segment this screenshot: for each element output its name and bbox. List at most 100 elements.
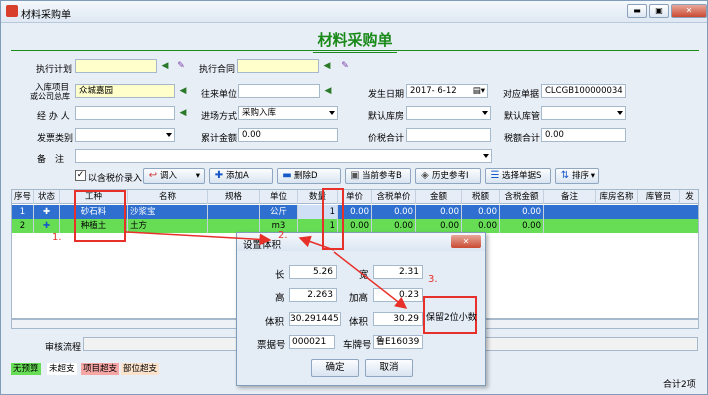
cell-taxamount: 0.00 [500,205,544,219]
handler-input[interactable] [75,106,175,120]
amount-label: 累计金额 [201,134,238,144]
cell-tax: 0.00 [462,205,500,219]
minimize-button[interactable]: ▬ [627,4,647,18]
plan-label: 执行计划 [36,65,73,75]
extra-height-input[interactable]: 0.23 [373,288,423,302]
height-label: 高 [275,293,285,304]
brush-icon[interactable]: ✎ [339,60,351,72]
chevron-down-icon: ▾ [195,171,200,181]
col-header[interactable]: 单位 [260,190,298,204]
extra-height-label: 加高 [349,293,369,304]
keeper-label: 默认库管 [504,112,541,122]
amount-input: 0.00 [238,128,338,142]
width-label: 宽 [359,270,369,281]
keeper-select[interactable] [541,106,626,120]
annotation-3: 3. [428,274,438,285]
flag-icon[interactable]: ◀ [322,85,334,97]
sort-icon: ⇅ [560,170,570,181]
plate-input[interactable]: 鲁E16039 [373,335,423,349]
cell-no: 2 [12,219,34,233]
close-button[interactable]: ✕ [671,4,707,18]
contract-input[interactable] [237,59,319,73]
remark-input[interactable] [75,149,492,163]
flag-icon[interactable]: ◀ [177,85,189,97]
ticket-input[interactable]: 000021 [289,335,335,349]
select-doc-button[interactable]: ☰ 选择单据S [485,168,551,184]
col-header[interactable]: 规格 [208,190,260,204]
flag-icon[interactable]: ◀ [159,60,171,72]
col-header[interactable]: 税额 [462,190,500,204]
cell-taxprice: 0.00 [372,205,416,219]
invoice-select[interactable] [75,128,175,142]
partner-label: 往来单位 [201,90,238,100]
history-ref-button[interactable]: ◈ 历史参考I [415,168,481,184]
col-header[interactable]: 发 [680,190,698,204]
add-button[interactable]: ✚ 添加A [209,168,273,184]
project-input[interactable]: 众城嘉园 [75,84,175,98]
legend-project-over: 项目超支 [81,363,120,375]
col-header[interactable]: 含税金额 [500,190,544,204]
pricetax-label: 价税合计 [368,134,405,144]
ref-input[interactable]: CLCGB100000034 [541,84,626,98]
width-input[interactable]: 2.31 [373,265,423,279]
dialog-title-bar: 设置体积 ✕ [237,233,485,251]
height-input[interactable]: 2.263 [289,288,337,302]
cell-spec [208,219,260,233]
cell-tax: 0.00 [462,219,500,233]
cell-unit: 公斤 [260,205,298,219]
warehouse-select[interactable] [406,106,491,120]
legend-no-budget: 无预算 [11,363,41,375]
legend-part-over: 部位超支 [121,363,160,375]
length-input[interactable]: 5.26 [289,265,337,279]
col-header[interactable]: 序号 [12,190,34,204]
col-header[interactable]: 状态 [34,190,60,204]
col-header[interactable]: 含税单价 [372,190,416,204]
cell-no: 1 [12,205,34,219]
flag-icon[interactable]: ◀ [321,60,333,72]
maximize-button[interactable]: ▣ [649,4,669,18]
taxprice-checkbox[interactable]: ✓ [75,170,86,181]
col-header[interactable]: 库房名称 [596,190,638,204]
inmode-label: 进场方式 [201,112,238,122]
flag-icon[interactable]: ◀ [177,107,189,119]
import-icon: ↩ [148,170,158,181]
minus-icon: ▬ [282,170,292,181]
tax-input: 0.00 [541,128,626,142]
col-header[interactable]: 备注 [544,190,596,204]
inmode-select[interactable]: 采购入库 [238,106,338,120]
import-button[interactable]: ↩ 调入 ▾ [143,168,205,184]
date-input[interactable]: 2017- 6-12 ▤▾ [406,84,488,98]
dialog-close-button[interactable]: ✕ [451,235,481,248]
ok-button[interactable]: 确定 [311,359,359,377]
pricetax-input [406,128,491,142]
annotation-2: 2. [278,230,288,241]
cell-taxamount: 0.00 [500,219,544,233]
annotation-1: 1. [52,232,62,243]
invoice-label: 发票类别 [37,134,74,144]
chevron-down-icon [329,111,335,115]
chevron-down-icon [482,111,488,115]
cancel-button[interactable]: 取消 [365,359,413,377]
cell-taxprice: 0.00 [372,219,416,233]
sort-button[interactable]: ⇅ 排序 ▾ [555,168,599,184]
plus-icon: ✚ [34,219,60,233]
col-header[interactable]: 库管员 [638,190,680,204]
current-ref-button[interactable]: ▣ 当前参考B [345,168,411,184]
chevron-down-icon [483,154,489,158]
project-label-2: 或公司总库 [30,92,70,101]
delete-button[interactable]: ▬ 删除D [277,168,341,184]
plan-input[interactable] [75,59,157,73]
tax-label: 税额合计 [504,134,541,144]
plate-label: 车牌号 [343,340,372,351]
col-header[interactable]: 金额 [416,190,462,204]
volume-rounded-input: 30.29 [373,312,423,326]
dialog-title: 设置体积 [243,240,282,251]
partner-input[interactable] [238,84,320,98]
warehouse-label: 默认库房 [368,112,405,122]
calendar-icon[interactable]: ▤▾ [473,85,485,97]
volume-label: 体积 [265,317,285,328]
col-header[interactable]: 名称 [128,190,208,204]
brush-icon[interactable]: ✎ [175,60,187,72]
highlight-box-qty [322,188,344,250]
chevron-down-icon: ▾ [590,171,595,181]
